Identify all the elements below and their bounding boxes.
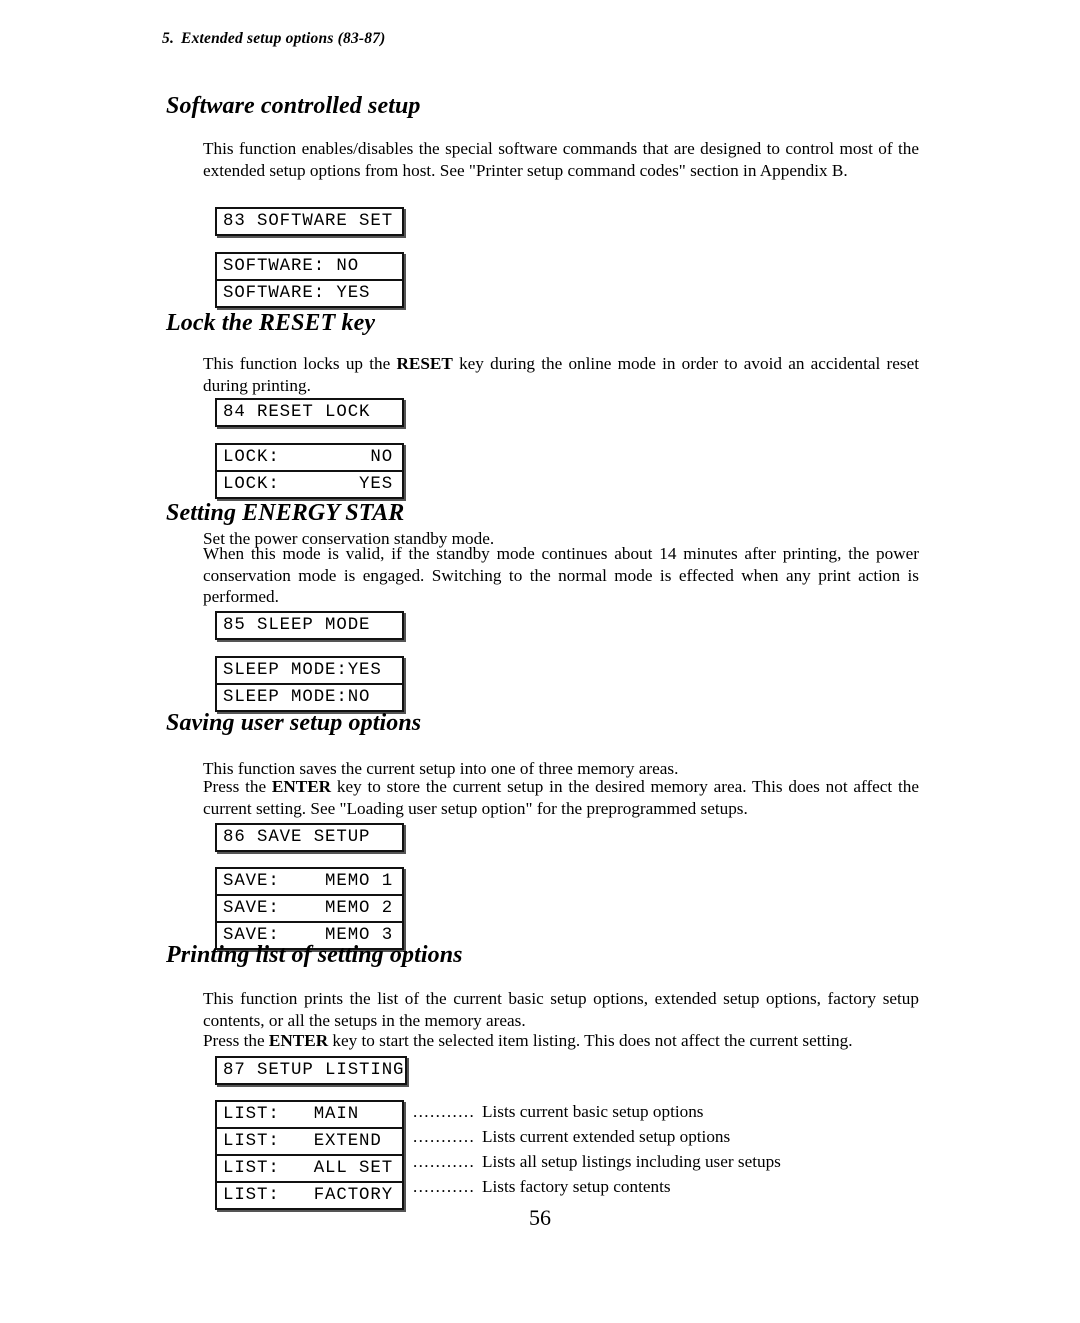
lcd-option-row: LOCK: YES <box>217 470 402 497</box>
section-heading-lock-reset-key: Lock the RESET key <box>166 310 376 336</box>
lcd-code-row: 85 SLEEP MODE <box>223 616 371 635</box>
lcd-option-row: SLEEP MODE:NO <box>217 683 402 710</box>
section-paragraph-printing-2: Press the ENTER key to start the selecte… <box>203 1031 853 1050</box>
list-option-notes: ........... Lists current basic setup opt… <box>413 1099 781 1199</box>
list-note-text: Lists current extended setup options <box>482 1127 731 1146</box>
lcd-code-row: 87 SETUP LISTING <box>223 1061 405 1080</box>
page-number: 56 <box>529 1205 551 1230</box>
list-note-text: Lists all setup listings including user … <box>482 1152 781 1171</box>
inline-bold-enter: ENTER <box>268 1031 329 1050</box>
list-note-text: Lists factory setup contents <box>482 1177 671 1196</box>
section-paragraph-saving-2: Press the ENTER key to store the current… <box>203 777 919 818</box>
running-head: 5. Extended setup options (83-87) <box>162 30 386 48</box>
lcd-option-row: LIST: ALL SET <box>217 1154 402 1181</box>
section-paragraph-printing-1: This function prints the list of the cur… <box>203 989 919 1030</box>
section-paragraph-energy-2: When this mode is valid, if the standby … <box>203 544 919 606</box>
lcd-option-row: LIST: EXTEND <box>217 1127 402 1154</box>
leader-dots: ........... <box>413 1102 476 1121</box>
lcd-option-row: SOFTWARE: YES <box>217 279 402 306</box>
lcd-option-row: LIST: FACTORY <box>217 1181 402 1208</box>
running-head-text: Extended setup options (83-87) <box>181 30 386 47</box>
lcd-option-box-84: LOCK: NO LOCK: YES <box>215 443 404 499</box>
lcd-option-row: LOCK: NO <box>223 448 394 467</box>
list-note: ........... Lists factory setup contents <box>413 1174 781 1199</box>
lcd-code-box-85: 85 SLEEP MODE <box>215 611 404 640</box>
lcd-option-box-87: LIST: MAIN LIST: EXTEND LIST: ALL SET LI… <box>215 1100 404 1210</box>
document-page: 5. Extended setup options (83-87) Softwar… <box>0 0 1080 1323</box>
lcd-option-box-86: SAVE: MEMO 1 SAVE: MEMO 2 SAVE: MEMO 3 <box>215 867 404 950</box>
lcd-option-box-83: SOFTWARE: NO SOFTWARE: YES <box>215 252 404 308</box>
lcd-code-box-86: 86 SAVE SETUP <box>215 823 404 852</box>
running-head-number: 5. <box>162 30 175 47</box>
inline-bold-reset: RESET <box>396 354 453 373</box>
section-paragraph-lock-1: This function locks up the RESET key dur… <box>203 354 919 395</box>
lcd-code-box-84: 84 RESET LOCK <box>215 398 404 427</box>
list-note-text: Lists current basic setup options <box>482 1102 704 1121</box>
lcd-code-box-83: 83 SOFTWARE SET <box>215 207 404 236</box>
list-note: ........... Lists current basic setup opt… <box>413 1099 781 1124</box>
lcd-option-row: SAVE: MEMO 2 <box>217 894 402 921</box>
lcd-code-box-87: 87 SETUP LISTING <box>215 1056 407 1085</box>
lcd-option-row: LIST: MAIN <box>223 1105 360 1124</box>
lcd-option-row: SLEEP MODE:YES <box>223 661 382 680</box>
leader-dots: ........... <box>413 1152 476 1171</box>
leader-dots: ........... <box>413 1177 476 1196</box>
lcd-code-row: 86 SAVE SETUP <box>223 828 371 847</box>
section-heading-software-controlled-setup: Software controlled setup <box>166 93 421 119</box>
inline-bold-enter: ENTER <box>271 777 332 796</box>
section-paragraph-software-1: This function enables/disables the speci… <box>203 139 919 180</box>
list-note: ........... Lists all setup listings incl… <box>413 1149 781 1174</box>
list-note: ........... Lists current extended setup … <box>413 1124 781 1149</box>
lcd-code-row: 84 RESET LOCK <box>223 403 371 422</box>
lcd-option-box-85: SLEEP MODE:YES SLEEP MODE:NO <box>215 656 404 712</box>
lcd-code-row: 83 SOFTWARE SET <box>223 212 394 231</box>
lcd-option-row: SOFTWARE: NO <box>223 257 360 276</box>
lcd-option-row: SAVE: MEMO 1 <box>223 872 394 891</box>
leader-dots: ........... <box>413 1127 476 1146</box>
section-heading-setting-energy-star: Setting ENERGY STAR <box>166 500 405 526</box>
section-heading-saving-user-setup-options: Saving user setup options <box>166 710 422 736</box>
section-heading-printing-list-of-setting-options: Printing list of setting options <box>166 942 463 968</box>
